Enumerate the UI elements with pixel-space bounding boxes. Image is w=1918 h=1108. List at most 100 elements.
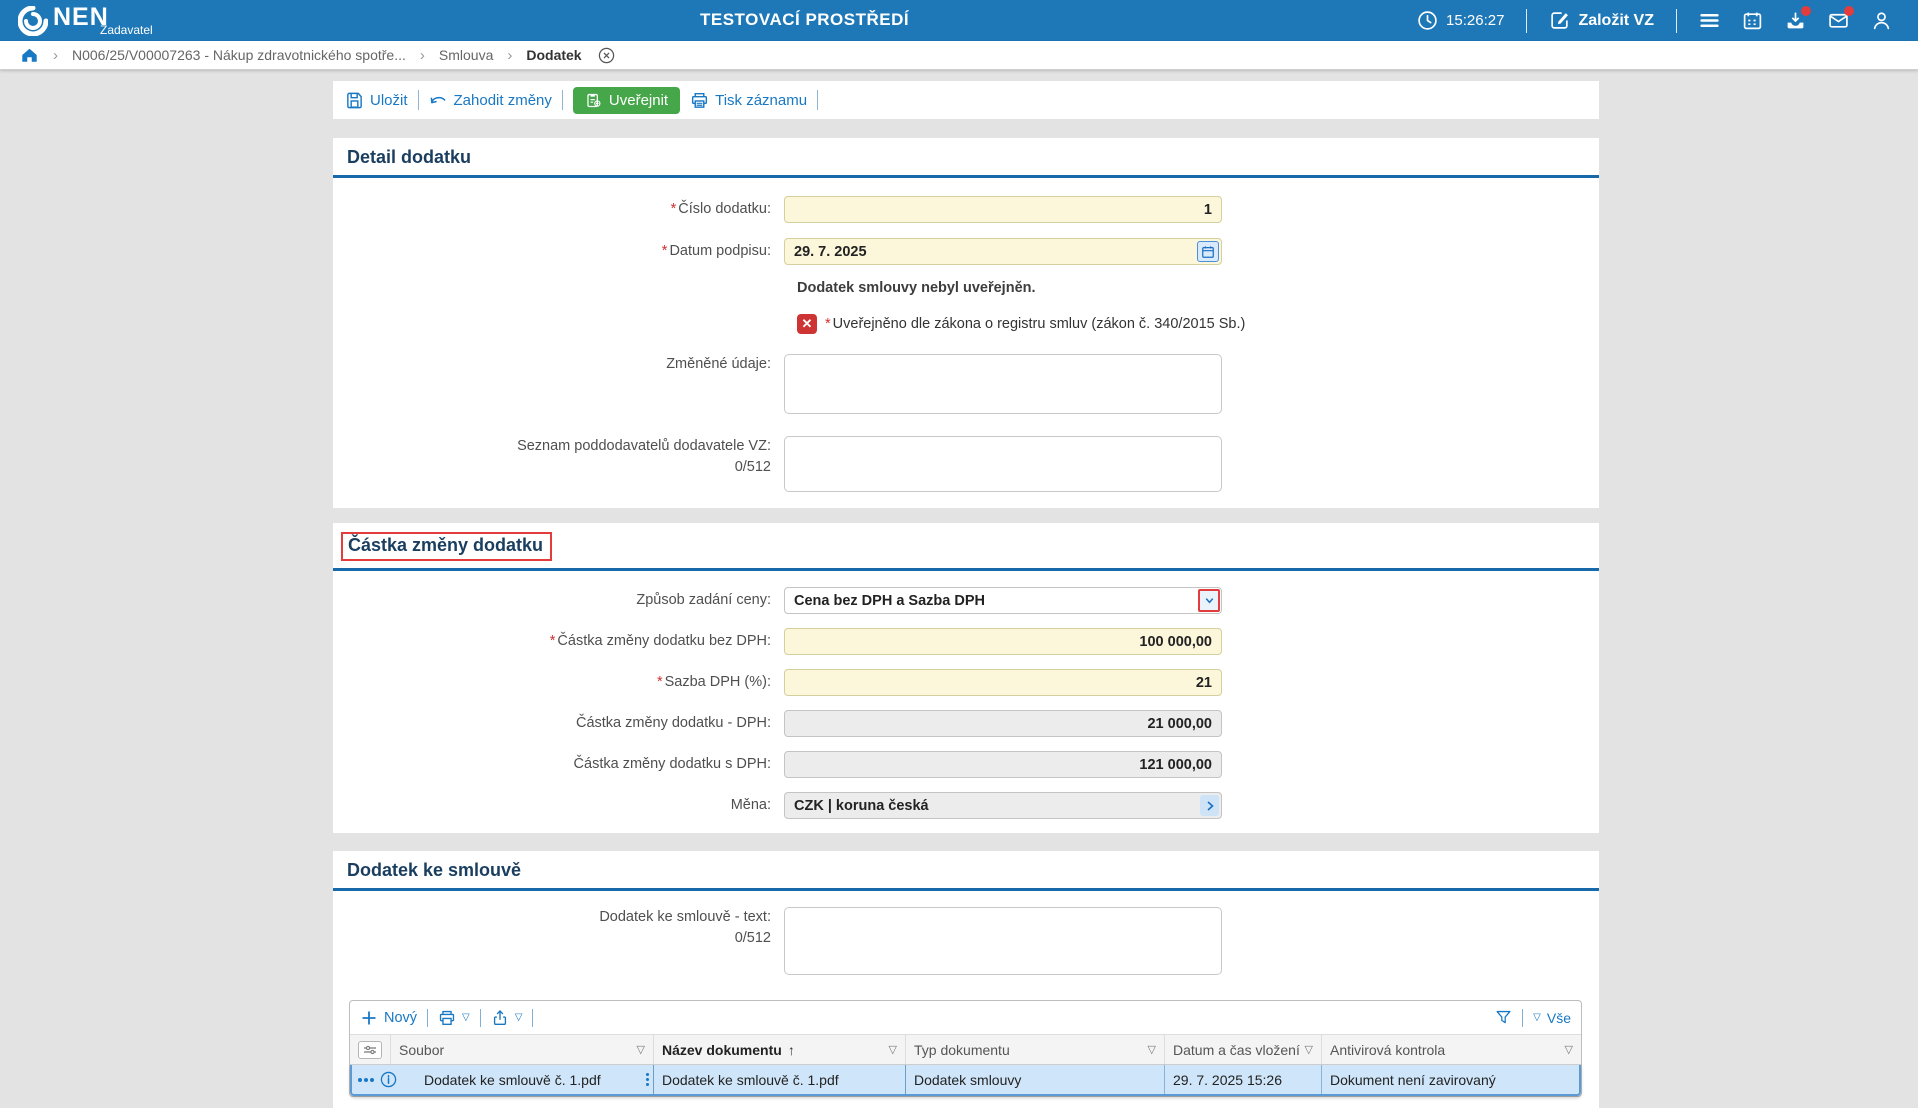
cell-soubor[interactable]: Dodatek ke smlouvě č. 1.pdf: [408, 1065, 653, 1094]
open-picker-button[interactable]: [1200, 795, 1219, 816]
documents-table: Nový ▽ ▽ ▽ Vše: [349, 1000, 1582, 1097]
toolbar-separator: [480, 1009, 481, 1027]
action-toolbar: Uložit Zahodit změny Uveřejnit Tisk zázn…: [333, 81, 1599, 119]
zpusob-zadani-value: Cena bez DPH a Sazba DPH: [794, 593, 985, 609]
section-castka-zmeny: Částka změny dodatku Způsob zadání ceny:…: [333, 523, 1599, 833]
nen-logo-icon: [18, 6, 48, 36]
column-header-soubor[interactable]: Soubor▽: [390, 1035, 653, 1064]
info-icon[interactable]: [380, 1071, 397, 1088]
save-label: Uložit: [370, 92, 408, 109]
datepicker-button[interactable]: [1197, 241, 1219, 262]
inbox-icon[interactable]: [1785, 10, 1806, 31]
column-filter-icon[interactable]: ▽: [1148, 1043, 1156, 1056]
table-print-button[interactable]: ▽: [438, 1009, 470, 1027]
column-settings-header[interactable]: [350, 1035, 390, 1064]
section-detail-dodatku: Detail dodatku *Číslo dodatku: 1 *Datum …: [333, 138, 1599, 508]
drag-handle-icon[interactable]: [646, 1073, 649, 1086]
user-icon[interactable]: [1871, 10, 1892, 31]
column-header-datum[interactable]: Datum a čas vložení▽: [1164, 1035, 1321, 1064]
seznam-counter: 0/512: [333, 457, 771, 478]
calendar-icon[interactable]: [1742, 10, 1763, 31]
environment-title: TESTOVACÍ PROSTŘEDÍ: [700, 10, 909, 30]
column-filter-icon[interactable]: ▽: [889, 1043, 897, 1056]
create-vz-button[interactable]: Založit VZ: [1549, 10, 1654, 31]
discard-changes-button[interactable]: Zahodit změny: [429, 91, 552, 110]
dodatek-text-counter: 0/512: [333, 928, 771, 949]
row-menu-icon[interactable]: [358, 1078, 374, 1082]
seznam-poddodavatelu-label: Seznam poddodavatelů dodavatele VZ: 0/51…: [333, 436, 784, 478]
dodatek-text-label: Dodatek ke smlouvě - text: 0/512: [333, 907, 784, 949]
section-title: Detail dodatku: [333, 138, 1599, 178]
section-title-highlighted: Částka změny dodatku: [341, 532, 552, 561]
filter-icon[interactable]: [1495, 1009, 1512, 1026]
printer-icon: [690, 91, 709, 110]
breadcrumb-item-smlouva[interactable]: Smlouva: [439, 47, 493, 63]
home-icon[interactable]: [20, 46, 39, 64]
castka-dph-value: 21 000,00: [1147, 716, 1212, 732]
cislo-dodatku-label: *Číslo dodatku:: [333, 199, 784, 220]
cell-datum[interactable]: 29. 7. 2025 15:26: [1164, 1065, 1321, 1094]
close-tab-icon[interactable]: [598, 47, 615, 64]
cell-nazev[interactable]: Dodatek ke smlouvě č. 1.pdf: [653, 1065, 905, 1094]
app-header: NEN Zadavatel TESTOVACÍ PROSTŘEDÍ 15:26:…: [0, 0, 1918, 41]
table-export-button[interactable]: ▽: [491, 1009, 523, 1027]
column-header-typ[interactable]: Typ dokumentu▽: [905, 1035, 1164, 1064]
datum-podpisu-input[interactable]: 29. 7. 2025: [784, 238, 1222, 265]
sazba-dph-label: *Sazba DPH (%):: [333, 672, 784, 693]
dodatek-text-textarea[interactable]: [784, 907, 1222, 975]
zpusob-zadani-label: Způsob zadání ceny:: [333, 590, 784, 611]
show-all-label: Vše: [1547, 1010, 1571, 1026]
export-icon: [491, 1009, 509, 1027]
column-header-antivir[interactable]: Antivirová kontrola▽: [1321, 1035, 1581, 1064]
breadcrumb-chevron-icon: ›: [53, 47, 58, 64]
zpusob-zadani-select[interactable]: Cena bez DPH a Sazba DPH: [784, 587, 1222, 614]
create-vz-label: Založit VZ: [1578, 12, 1654, 30]
column-filter-icon[interactable]: ▽: [637, 1043, 645, 1056]
datum-podpisu-label: *Datum podpisu:: [333, 241, 784, 262]
publish-icon: [585, 92, 602, 109]
castka-bez-dph-input[interactable]: 100 000,00: [784, 628, 1222, 655]
cell-antivir[interactable]: Dokument není zavirovaný: [1321, 1065, 1579, 1094]
sazba-dph-input[interactable]: 21: [784, 669, 1222, 696]
new-document-button[interactable]: Nový: [360, 1009, 417, 1027]
column-filter-icon[interactable]: ▽: [1305, 1043, 1313, 1056]
plus-icon: [360, 1009, 378, 1027]
current-time: 15:26:27: [1446, 12, 1504, 29]
not-published-message: Dodatek smlouvy nebyl uveřejněn.: [797, 280, 1036, 296]
castka-s-dph-value: 121 000,00: [1139, 757, 1212, 773]
toolbar-separator: [427, 1009, 428, 1027]
table-row[interactable]: Dodatek ke smlouvě č. 1.pdf Dodatek ke s…: [350, 1065, 1581, 1096]
menu-icon[interactable]: [1699, 10, 1720, 31]
show-all-button[interactable]: ▽ Vše: [1533, 1010, 1571, 1026]
breadcrumb-item-contract[interactable]: N006/25/V00007263 - Nákup zdravotnického…: [72, 47, 406, 63]
castka-dph-label: Částka změny dodatku - DPH:: [333, 713, 784, 734]
nen-brand[interactable]: NEN Zadavatel: [0, 0, 200, 41]
mena-picker[interactable]: CZK | koruna česká: [784, 792, 1222, 819]
clock-icon: [1417, 10, 1438, 31]
publish-button[interactable]: Uveřejnit: [573, 87, 680, 114]
cislo-dodatku-input[interactable]: 1: [784, 196, 1222, 223]
mena-value: CZK | koruna česká: [794, 798, 929, 814]
seznam-poddodavatelu-textarea[interactable]: [784, 436, 1222, 492]
column-filter-icon[interactable]: ▽: [1565, 1043, 1573, 1056]
save-button[interactable]: Uložit: [345, 91, 408, 110]
registr-smluv-label: *Uveřejněno dle zákona o registru smluv …: [825, 316, 1245, 332]
print-record-button[interactable]: Tisk záznamu: [690, 91, 807, 110]
print-label: Tisk záznamu: [715, 92, 807, 109]
edit-icon: [1549, 10, 1570, 31]
publish-label: Uveřejnit: [609, 92, 668, 109]
inbox-notification-dot: [1801, 6, 1811, 16]
castka-s-dph-readonly: 121 000,00: [784, 751, 1222, 778]
castka-bez-dph-label: *Částka změny dodatku bez DPH:: [333, 631, 784, 652]
toolbar-separator: [817, 90, 818, 110]
chevron-right-icon: [1204, 800, 1216, 812]
column-header-nazev[interactable]: Název dokumentu↑▽: [653, 1035, 905, 1064]
datum-podpisu-value: 29. 7. 2025: [794, 244, 867, 260]
cell-typ[interactable]: Dodatek smlouvy: [905, 1065, 1164, 1094]
zmenene-udaje-label: Změněné údaje:: [333, 354, 784, 375]
toolbar-separator: [532, 1009, 533, 1027]
mail-icon[interactable]: [1828, 10, 1849, 31]
chevron-down-icon: [1203, 594, 1216, 607]
zmenene-udaje-textarea[interactable]: [784, 354, 1222, 414]
dropdown-button[interactable]: [1198, 589, 1220, 612]
